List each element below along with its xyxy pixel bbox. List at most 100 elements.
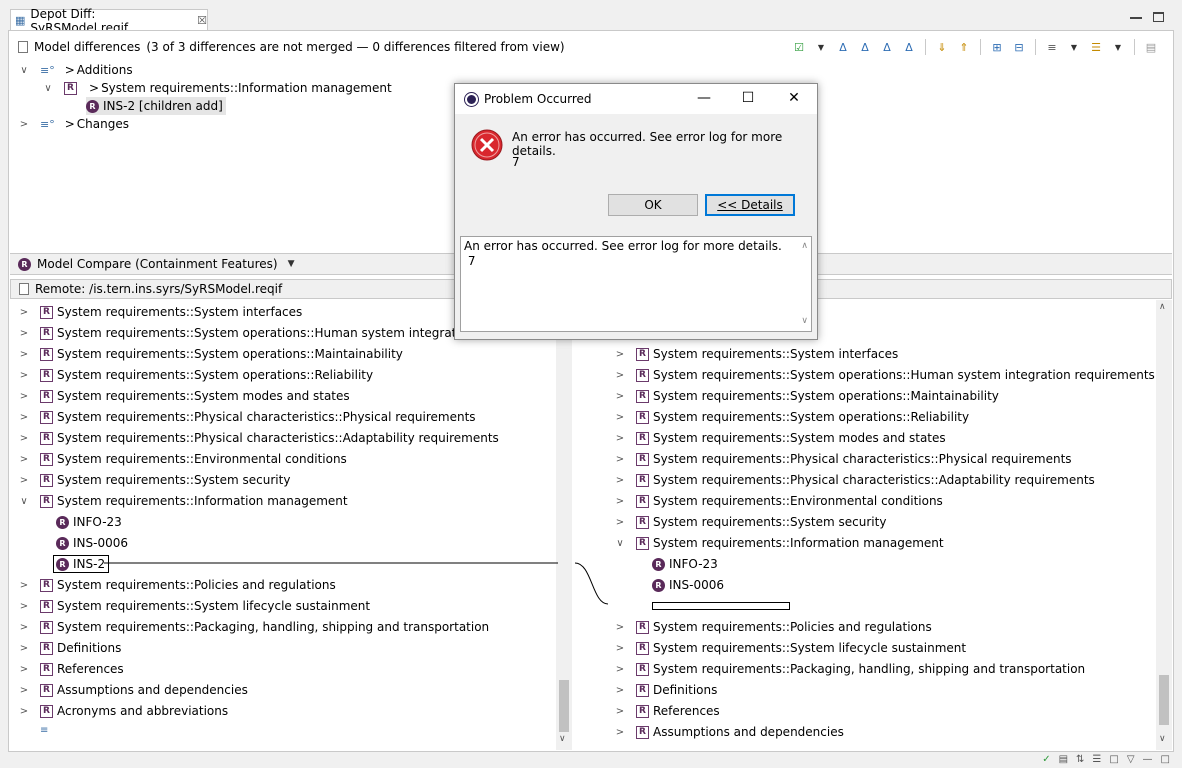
expander-icon[interactable]: > bbox=[614, 685, 626, 696]
view-toolbar: ✓ ▤ ⇅ ☰ □ ▽ — □ bbox=[1042, 754, 1170, 765]
chevron-down-icon[interactable]: ∨ bbox=[1159, 734, 1166, 744]
bottom-status-bar: ✓ ▤ ⇅ ☰ □ ▽ — □ bbox=[0, 752, 1182, 768]
tree-row-label: System requirements::Environmental condi… bbox=[653, 494, 943, 508]
tree-row-label: System requirements::Information managem… bbox=[653, 536, 944, 550]
tree-row-label: Assumptions and dependencies bbox=[653, 725, 844, 739]
details-line: 7 bbox=[464, 254, 476, 268]
expander-icon[interactable]: > bbox=[614, 517, 626, 528]
layout-icon[interactable]: ▤ bbox=[1059, 754, 1068, 765]
tree-row[interactable]: > R Definitions bbox=[614, 681, 718, 699]
expander-icon[interactable]: > bbox=[614, 643, 626, 654]
expander-icon[interactable]: > bbox=[614, 391, 626, 402]
tree-row-label: System requirements::Physical characteri… bbox=[653, 473, 1095, 487]
problem-dialog: Problem Occurred — ☐ ✕ An error has occu… bbox=[454, 83, 818, 340]
tree-row[interactable]: > R Assumptions and dependencies bbox=[614, 723, 844, 741]
tree-row[interactable]: > R System requirements::Packaging, handli… bbox=[614, 660, 1085, 678]
tree-row[interactable]: > R System requirements::System operations… bbox=[614, 366, 1155, 384]
tree-row-label: System requirements::Policies and regula… bbox=[653, 620, 932, 634]
expander-icon[interactable]: > bbox=[614, 349, 626, 360]
tree-row[interactable]: > R System requirements::Policies and regu… bbox=[614, 618, 932, 636]
minimize-icon[interactable]: — bbox=[689, 90, 719, 108]
error-message: An error has occurred. See error log for… bbox=[512, 130, 783, 158]
tree-row[interactable]: > R System requirements::System security bbox=[614, 513, 887, 531]
list-icon[interactable]: ☰ bbox=[1092, 754, 1101, 765]
tree-row[interactable]: R INS-0006 bbox=[652, 576, 724, 594]
right-compare-pane: requirementsance requirements>RSystem re… bbox=[608, 300, 1172, 750]
requirement-icon: R bbox=[636, 683, 649, 697]
details-line: An error has occurred. See error log for… bbox=[464, 239, 782, 253]
right-scrollbar[interactable]: ∧ ∨ bbox=[1156, 300, 1172, 750]
requirement-icon: R bbox=[636, 515, 649, 529]
tree-row-label: System requirements::System security bbox=[653, 515, 887, 529]
requirement-icon: R bbox=[636, 389, 649, 403]
maximize-icon[interactable]: ☐ bbox=[733, 90, 763, 108]
tree-row-label: System requirements::System interfaces bbox=[653, 347, 899, 361]
tree-row-label: System requirements::System operations::… bbox=[653, 368, 1155, 382]
requirement-icon: R bbox=[636, 431, 649, 445]
tree-row[interactable]: > R References bbox=[614, 702, 720, 720]
tree-row-label: Definitions bbox=[653, 683, 718, 697]
requirement-icon: R bbox=[636, 620, 649, 634]
check-icon[interactable]: ✓ bbox=[1042, 754, 1050, 765]
maximize-icon[interactable]: □ bbox=[1161, 754, 1170, 765]
eclipse-icon bbox=[465, 92, 478, 106]
tree-row[interactable]: > R System requirements::System operations… bbox=[614, 387, 999, 405]
error-icon bbox=[471, 129, 503, 161]
tree-row[interactable]: > R System requirements::Environmental con… bbox=[614, 492, 943, 510]
requirement-icon: R bbox=[636, 452, 649, 466]
chevron-up-icon[interactable]: ∧ bbox=[801, 239, 808, 254]
details-text-area[interactable]: An error has occurred. See error log for… bbox=[460, 236, 812, 332]
tree-row[interactable]: R INFO-23 bbox=[652, 555, 718, 573]
minimize-icon[interactable]: — bbox=[1143, 754, 1153, 765]
tree-row[interactable]: ∨ R System requirements::Information manag… bbox=[614, 534, 944, 552]
expander-icon[interactable]: > bbox=[614, 370, 626, 381]
tree-row-label: System requirements::System operations::… bbox=[653, 410, 970, 424]
details-button[interactable]: << Details bbox=[705, 194, 795, 216]
tree-row[interactable]: > R System requirements::System interfaces bbox=[614, 345, 898, 363]
tree-row[interactable]: > R System requirements::Physical characte… bbox=[614, 450, 1072, 468]
expander-icon[interactable]: > bbox=[614, 412, 626, 423]
requirement-icon: R bbox=[636, 347, 649, 361]
tree-row[interactable] bbox=[614, 597, 630, 615]
requirement-icon: R bbox=[636, 641, 649, 655]
requirement-object-icon: R bbox=[652, 578, 665, 592]
tree-row[interactable]: > R System requirements::System operations… bbox=[614, 408, 969, 426]
tree-row[interactable]: > R System requirements::Physical characte… bbox=[614, 471, 1095, 489]
expander-icon[interactable]: > bbox=[614, 706, 626, 717]
requirement-icon: R bbox=[636, 473, 649, 487]
expander-icon[interactable]: > bbox=[614, 454, 626, 465]
tree-row-label: INS-0006 bbox=[669, 578, 725, 592]
expander-icon[interactable]: > bbox=[614, 622, 626, 633]
tree-row[interactable]: > R System requirements::System modes and … bbox=[614, 429, 946, 447]
filter-icon[interactable]: ▽ bbox=[1127, 754, 1135, 765]
chevron-up-icon[interactable]: ∧ bbox=[1159, 302, 1166, 312]
expander-icon[interactable]: > bbox=[614, 664, 626, 675]
requirement-object-icon: R bbox=[652, 557, 665, 571]
tree-row-label: System requirements::System lifecycle su… bbox=[653, 641, 967, 655]
requirement-icon: R bbox=[636, 536, 649, 550]
tree-row-label: System requirements::Physical characteri… bbox=[653, 452, 1072, 466]
tree-row-label: References bbox=[653, 704, 720, 718]
requirement-icon: R bbox=[636, 494, 649, 508]
tree-row-label: System requirements::Packaging, handling… bbox=[653, 662, 1086, 676]
expander-icon[interactable]: > bbox=[614, 496, 626, 507]
insertion-placeholder bbox=[652, 602, 790, 610]
expander-icon[interactable]: > bbox=[614, 727, 626, 738]
requirement-icon: R bbox=[636, 725, 649, 739]
tree-row[interactable]: > R System requirements::System lifecycle … bbox=[614, 639, 966, 657]
error-code: 7 bbox=[512, 155, 520, 169]
expander-icon[interactable]: > bbox=[614, 475, 626, 486]
requirement-icon: R bbox=[636, 368, 649, 382]
expander-icon[interactable]: > bbox=[614, 433, 626, 444]
expander-icon[interactable]: ∨ bbox=[614, 538, 626, 549]
dialog-title: Problem Occurred bbox=[484, 92, 592, 106]
requirement-icon: R bbox=[636, 662, 649, 676]
requirement-icon: R bbox=[636, 410, 649, 424]
panel-icon[interactable]: □ bbox=[1109, 754, 1118, 765]
right-scrollbar-thumb[interactable] bbox=[1159, 675, 1169, 725]
sort-icon[interactable]: ⇅ bbox=[1076, 754, 1084, 765]
chevron-down-icon[interactable]: ∨ bbox=[801, 314, 808, 329]
tree-row-label: INFO-23 bbox=[669, 557, 718, 571]
ok-button[interactable]: OK bbox=[608, 194, 698, 216]
close-icon[interactable]: ✕ bbox=[779, 90, 809, 108]
